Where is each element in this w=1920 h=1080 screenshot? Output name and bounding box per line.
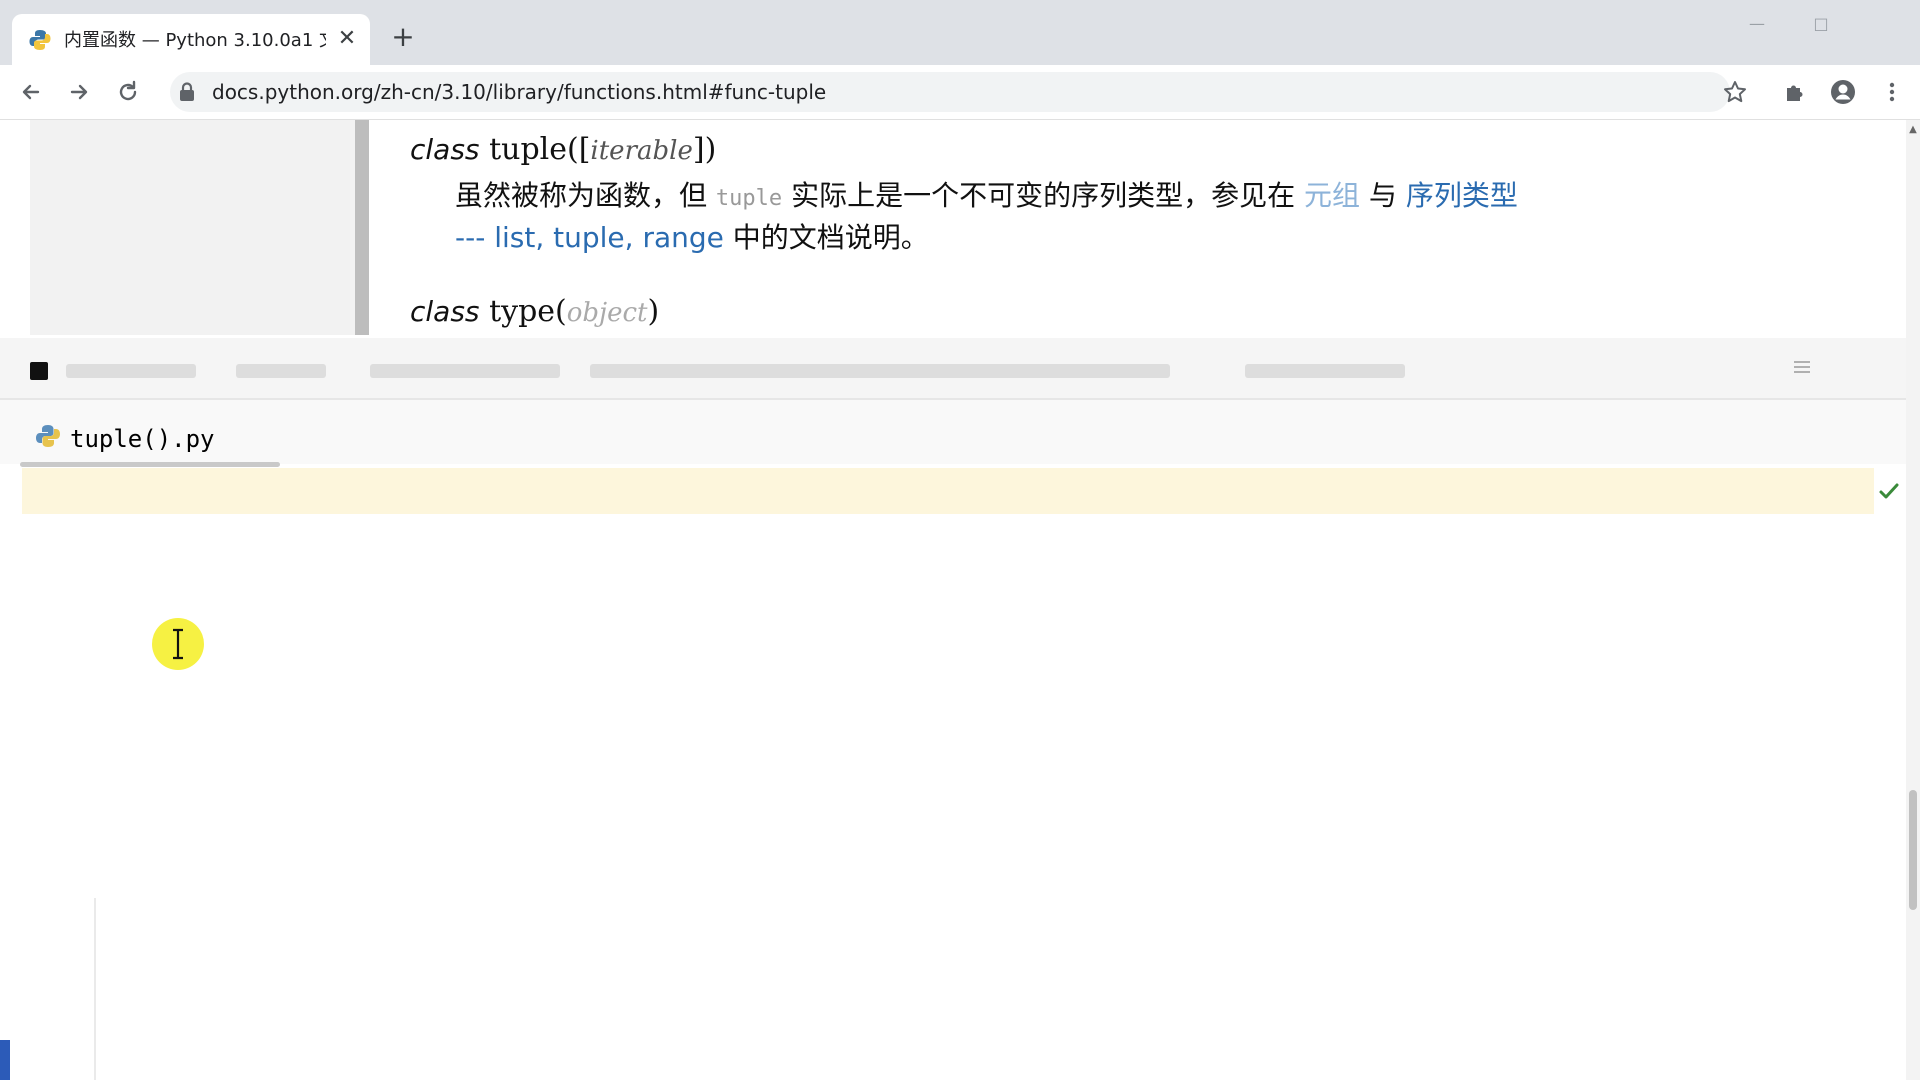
tab-title: 内置函数 — Python 3.10.0a1 文 [64,30,326,51]
ide-run-config-blur [1245,364,1405,378]
python-file-icon [36,425,60,447]
type-signature: class type(object) [410,294,659,331]
docs-sidebar [30,120,355,335]
list-icon[interactable] [1790,356,1814,380]
sig-keyword: class [410,295,480,328]
tuple-signature: class tuple([iterable]) [410,132,716,169]
maximize-icon[interactable]: □ [1806,14,1836,34]
scrollbar-thumb[interactable] [1909,790,1917,910]
tuple-description-line-2: --- list, tuple, range 中的文档说明。 [455,218,929,258]
reload-icon[interactable] [113,77,143,107]
editor-tabbar: tuple().py [0,400,1920,467]
active-tab-underline [20,462,280,467]
address-bar[interactable]: docs.python.org/zh-cn/3.10/library/funct… [170,72,1730,112]
ide-menu-blur [236,364,326,378]
ide-menu-blur [370,364,560,378]
back-icon[interactable] [16,77,46,107]
checkmark-icon [1879,483,1899,499]
minimize-icon[interactable]: — [1742,14,1772,34]
file-tab[interactable]: tuple().py [70,424,215,454]
vertical-scrollbar[interactable] [1906,120,1920,1080]
desc-text: 虽然被称为函数，但 [455,179,708,212]
browser-tabstrip: 内置函数 — Python 3.10.0a1 文 ✕ + — □ [0,0,1920,65]
tuple-link[interactable]: 元组 [1304,179,1360,212]
list-tuple-range-link[interactable]: --- list, tuple, range [455,221,724,254]
profile-icon[interactable] [1828,77,1858,107]
desc-text: 中的文档说明。 [732,221,929,254]
sig-close: ]) [692,132,717,167]
new-tab-button[interactable]: + [388,22,418,52]
pycharm-logo-icon [30,362,48,380]
extensions-icon[interactable] [1780,77,1810,107]
indent-guide [94,898,96,1080]
ide-menu-blur [66,364,196,378]
sig-open: ([ [567,132,591,167]
desc-text: 实际上是一个不可变的序列类型，参见在 [791,179,1296,212]
browser-toolbar: docs.python.org/zh-cn/3.10/library/funct… [0,65,1920,120]
url-text[interactable]: docs.python.org/zh-cn/3.10/library/funct… [212,79,826,105]
sig-open: ( [555,294,567,329]
ide-toolbar [0,338,1920,400]
sig-param: iterable [590,136,693,166]
browser-tab[interactable]: 内置函数 — Python 3.10.0a1 文 ✕ [12,14,370,65]
close-tab-icon[interactable]: ✕ [334,26,360,52]
current-line-highlight [22,468,1874,514]
sig-param: object [566,298,648,328]
sequence-types-link[interactable]: 序列类型 [1406,179,1518,212]
taskbar-edge [0,1040,10,1080]
star-icon[interactable] [1720,77,1750,107]
text-cursor-icon [173,628,183,660]
scroll-up-icon[interactable]: ▲ [1906,124,1920,138]
docs-page: class tuple([iterable]) 虽然被称为函数，但 tuple … [0,120,1920,335]
tuple-description-line-1: 虽然被称为函数，但 tuple 实际上是一个不可变的序列类型，参见在 元组 与 … [455,176,1518,219]
code-editor[interactable] [10,468,1905,1080]
forward-icon[interactable] [64,77,94,107]
sig-name: type [489,294,556,329]
sig-name: tuple [489,132,567,167]
lock-icon[interactable] [178,82,196,102]
python-favicon-icon [29,30,51,50]
sig-keyword: class [410,133,480,166]
menu-icon[interactable] [1877,77,1907,107]
inline-code: tuple [715,186,783,211]
sig-close: ) [647,294,660,329]
ide-path-blur [590,364,1170,378]
docs-sidebar-divider[interactable] [355,120,369,335]
desc-text: 与 [1368,179,1397,212]
